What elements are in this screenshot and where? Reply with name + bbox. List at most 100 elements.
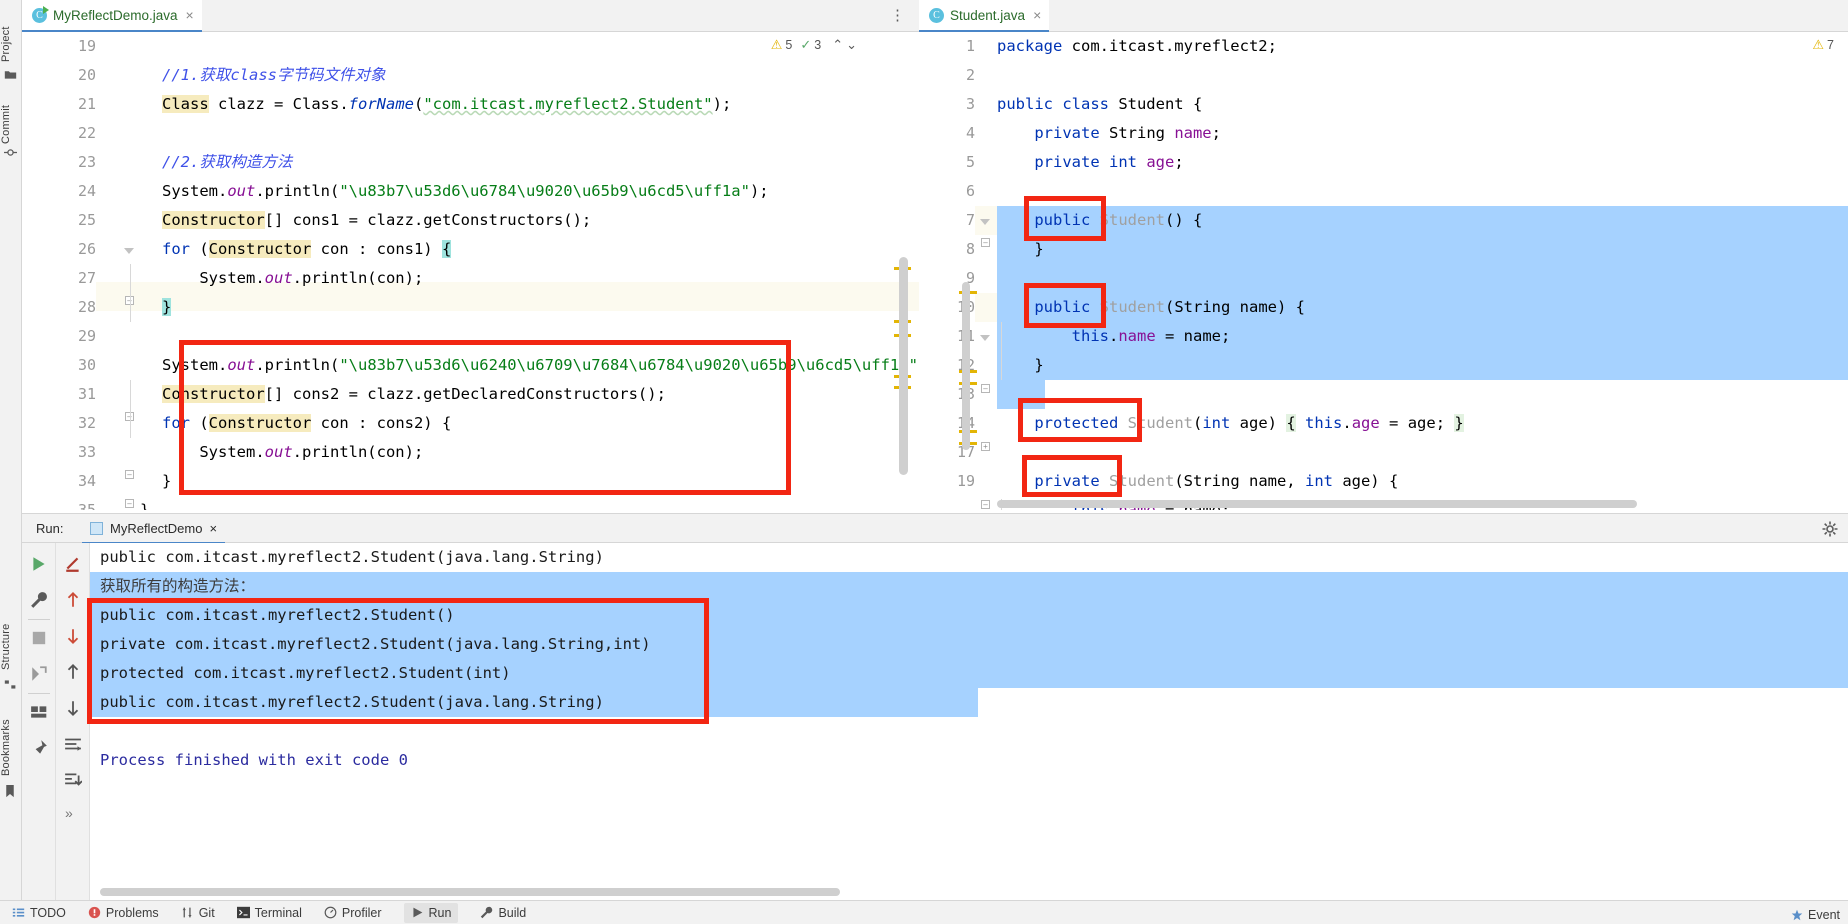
down-arrow-icon[interactable] <box>64 627 82 645</box>
scroll-to-end-icon[interactable] <box>64 771 82 789</box>
chevron-down-icon[interactable]: ⌄ <box>846 37 857 53</box>
stop-icon[interactable] <box>30 629 48 647</box>
fold-marker-icon[interactable] <box>980 219 990 225</box>
line-number: 21 <box>77 95 96 113</box>
status-item-git[interactable]: Git <box>181 906 215 920</box>
line-number: 24 <box>77 182 96 200</box>
print-icon[interactable] <box>64 735 82 753</box>
line-number: 34 <box>77 472 96 490</box>
code-line[interactable]: //1.获取class字节码文件对象 <box>162 61 386 90</box>
fold-marker-icon[interactable]: – <box>981 238 990 247</box>
gear-icon[interactable] <box>1822 521 1838 537</box>
left-gutter[interactable]: 19 20 21 22 23 24 25 26 27 28 29 30 31 3… <box>22 32 96 510</box>
status-item-todo[interactable]: TODO <box>12 906 66 920</box>
code-line[interactable]: for (Constructor con : cons1) { <box>162 235 452 264</box>
code-line[interactable]: } <box>162 293 172 322</box>
sidebar-item-structure[interactable]: Structure <box>0 600 22 670</box>
line-number: 1 <box>965 37 975 55</box>
status-item-terminal[interactable]: Terminal <box>236 905 302 920</box>
code-line[interactable]: package com.itcast.myreflect2; <box>997 32 1277 61</box>
code-line[interactable]: private int age; <box>997 148 1183 177</box>
editor-vertical-scrollbar[interactable] <box>899 257 908 475</box>
run-config-icon <box>90 521 103 535</box>
code-line[interactable]: for (Constructor con : cons2) { <box>162 409 451 438</box>
code-line[interactable]: Constructor[] cons1 = clazz.getConstruct… <box>162 206 591 235</box>
code-line[interactable]: private Student(String name, int age) { <box>997 467 1398 496</box>
status-label: Problems <box>105 905 159 920</box>
folder-icon <box>4 71 17 79</box>
prev-occurrence-icon[interactable] <box>64 663 82 681</box>
code-line[interactable]: protected Student(int age) { this.age = … <box>997 409 1464 438</box>
more-icon[interactable]: » <box>65 805 73 821</box>
close-icon[interactable]: × <box>1033 7 1041 23</box>
code-line[interactable]: Class clazz = Class.forName("com.itcast.… <box>162 90 731 119</box>
code-line[interactable]: } <box>997 235 1043 264</box>
tab-label: MyReflectDemo.java <box>53 7 178 23</box>
code-line[interactable]: this.name = name; <box>997 322 1231 351</box>
code-line[interactable]: System.out.println("\u83b7\u53d6\u6240\u… <box>162 351 919 380</box>
next-occurrence-icon[interactable] <box>64 699 82 717</box>
line-number: 28 <box>77 298 96 316</box>
rerun-failed-icon[interactable] <box>30 665 48 683</box>
checkmark-icon: ✓ <box>800 37 812 52</box>
close-icon[interactable]: × <box>186 7 194 23</box>
code-line[interactable]: System.out.println(con); <box>162 264 423 293</box>
run-panel-header: Run: MyReflectDemo × <box>22 513 1848 544</box>
code-line[interactable]: private String name; <box>997 119 1221 148</box>
chevron-up-icon[interactable]: ⌃ <box>832 37 843 53</box>
fold-marker-icon[interactable]: – <box>125 470 134 479</box>
left-tool-rail: Project Commit Structure Bookmarks <box>0 0 22 900</box>
close-icon[interactable]: × <box>209 521 217 536</box>
status-label: Terminal <box>254 905 302 920</box>
code-line[interactable]: public class Student { <box>997 90 1202 119</box>
inspection-summary[interactable]: ⚠ 7 <box>1812 37 1834 53</box>
tab-student[interactable]: C Student.java × <box>919 0 1050 32</box>
line-number: 26 <box>77 240 96 258</box>
editor-horizontal-scrollbar[interactable] <box>997 500 1637 508</box>
line-number: 2 <box>965 66 975 84</box>
code-line[interactable]: System.out.println("\u83b7\u53d6\u6784\u… <box>162 177 769 206</box>
selection-highlight <box>997 380 1045 409</box>
code-line[interactable]: } <box>162 467 171 496</box>
fold-marker-icon[interactable]: – <box>981 500 990 509</box>
sidebar-item-bookmarks[interactable]: Bookmarks <box>0 700 22 776</box>
status-right[interactable]: Event <box>1791 908 1840 922</box>
fold-marker-icon[interactable] <box>980 335 990 341</box>
editor-vertical-scrollbar[interactable] <box>962 282 970 450</box>
fold-marker-icon[interactable]: – <box>981 384 990 393</box>
code-line[interactable]: } <box>140 496 149 510</box>
code-line[interactable]: public Student() { <box>997 206 1202 235</box>
code-line[interactable]: Constructor[] cons2 = clazz.getDeclaredC… <box>162 380 666 409</box>
pin-icon[interactable] <box>30 739 48 757</box>
line-number: 3 <box>965 95 975 113</box>
status-label: Run <box>428 905 452 920</box>
sidebar-item-project[interactable]: Project <box>0 6 22 62</box>
code-line[interactable]: public Student(String name) { <box>997 293 1305 322</box>
run-tab-myreflectdemo[interactable]: MyReflectDemo × <box>82 514 226 544</box>
inspection-summary[interactable]: ⚠ 5 ✓ 3 ⌃ ⌄ <box>771 37 857 53</box>
status-item-profiler[interactable]: Profiler <box>324 906 382 920</box>
wrench-icon[interactable] <box>30 591 48 609</box>
left-editor[interactable]: ⚠ 5 ✓ 3 ⌃ ⌄ 19 20 21 22 23 24 25 26 27 2… <box>22 32 919 510</box>
code-line[interactable]: System.out.println(con); <box>162 438 423 467</box>
soft-wrap-icon[interactable] <box>64 555 82 573</box>
console-horizontal-scrollbar[interactable] <box>100 888 840 896</box>
code-line[interactable]: } <box>997 351 1043 380</box>
status-item-problems[interactable]: Problems <box>88 906 159 920</box>
console-output[interactable]: public com.itcast.myreflect2.Student(jav… <box>90 543 1848 900</box>
overflow-menu-icon[interactable]: ⋮ <box>890 6 905 24</box>
status-item-build[interactable]: Build <box>480 906 526 920</box>
up-arrow-icon[interactable] <box>64 591 82 609</box>
status-item-run[interactable]: Run <box>403 902 459 923</box>
right-editor[interactable]: ⚠ 7 1 2 3 4 5 6 7 8 9 10 11 12 13 14 17 … <box>919 32 1848 510</box>
sidebar-item-commit[interactable]: Commit <box>0 90 22 144</box>
fold-marker-icon[interactable]: + <box>981 442 990 451</box>
fold-marker-icon[interactable]: – <box>125 499 134 508</box>
console-line: private com.itcast.myreflect2.Student(ja… <box>100 635 651 653</box>
fold-marker-icon[interactable] <box>124 248 134 254</box>
layout-icon[interactable] <box>30 703 48 721</box>
profiler-icon <box>324 906 337 919</box>
rerun-icon[interactable] <box>30 555 48 573</box>
code-line[interactable]: //2.获取构造方法 <box>162 148 292 177</box>
tab-myreflectdemo[interactable]: C MyReflectDemo.java × <box>22 0 202 32</box>
